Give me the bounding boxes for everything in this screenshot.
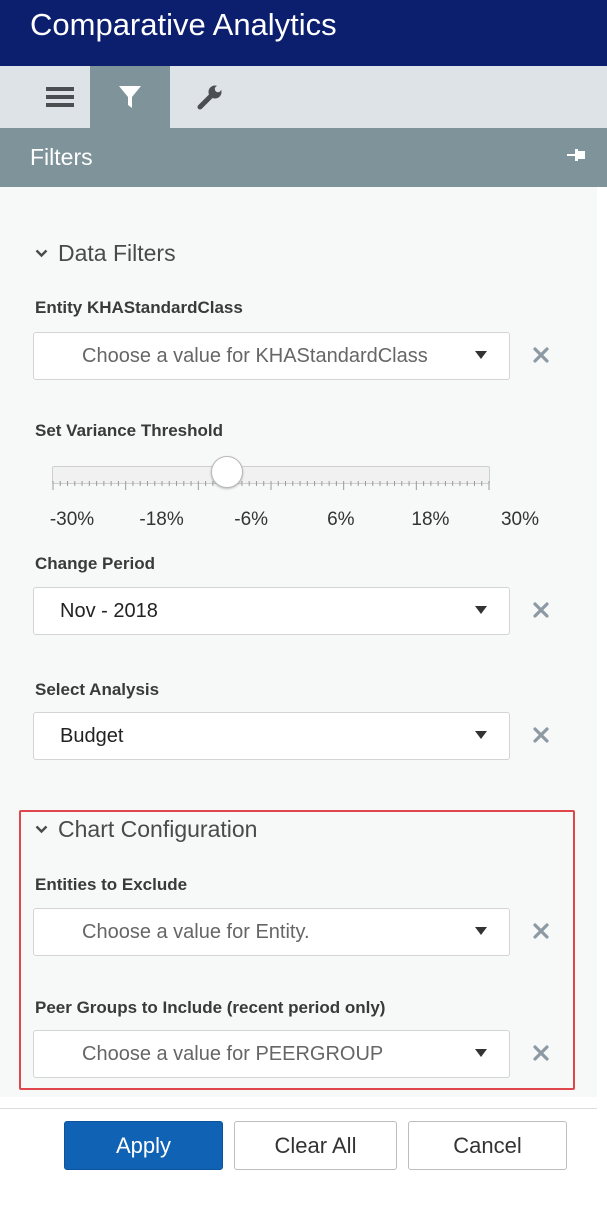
- apply-button[interactable]: Apply: [64, 1121, 223, 1170]
- data-filters-section-toggle[interactable]: Data Filters: [35, 240, 176, 267]
- slider-handle[interactable]: [211, 456, 244, 488]
- cancel-button[interactable]: Cancel: [408, 1121, 567, 1170]
- chevron-down-icon: [35, 825, 48, 834]
- slider-tick-label: 18%: [411, 509, 450, 530]
- variance-threshold-label: Set Variance Threshold: [35, 421, 224, 440]
- pin-icon[interactable]: [567, 148, 585, 162]
- slider-tick-label: -30%: [49, 509, 95, 530]
- funnel-icon: [119, 86, 141, 108]
- wrench-icon: [197, 85, 222, 110]
- toolbar: [0, 66, 607, 128]
- select-analysis-label: Select Analysis: [35, 680, 160, 699]
- entities-exclude-placeholder: Choose a value for Entity.: [82, 921, 310, 943]
- select-analysis-select[interactable]: Budget: [33, 712, 510, 760]
- filter-tab-button[interactable]: [90, 66, 170, 128]
- variance-threshold-slider[interactable]: [52, 456, 492, 496]
- app-title: Comparative Analytics: [0, 0, 607, 66]
- chart-configuration-title: Chart Configuration: [58, 816, 258, 842]
- menu-button[interactable]: [30, 66, 90, 128]
- slider-tick-scale: [52, 481, 490, 490]
- footer-divider: [0, 1108, 597, 1109]
- entity-class-placeholder: Choose a value for KHAStandardClass: [82, 345, 428, 367]
- filters-title: Filters: [30, 144, 93, 170]
- entities-exclude-label: Entities to Exclude: [35, 875, 188, 894]
- caret-down-icon: [475, 351, 487, 359]
- close-icon: [533, 347, 549, 363]
- close-icon: [533, 1045, 549, 1061]
- slider-tick-label: -18%: [139, 509, 184, 530]
- filters-header: Filters: [0, 128, 607, 187]
- caret-down-icon: [475, 731, 487, 739]
- close-icon: [533, 923, 549, 939]
- peer-groups-select[interactable]: Choose a value for PEERGROUP: [33, 1030, 510, 1078]
- data-filters-title: Data Filters: [58, 240, 176, 266]
- change-period-clear-button[interactable]: [530, 599, 552, 621]
- slider-tick-label: -6%: [234, 509, 269, 530]
- change-period-value: Nov - 2018: [60, 600, 158, 622]
- slider-tick-label: 6%: [327, 509, 355, 530]
- comparative-analytics-window: Comparative Analytics Filters Data Filte…: [0, 0, 607, 1211]
- chart-configuration-section-toggle[interactable]: Chart Configuration: [35, 816, 257, 843]
- entities-exclude-select[interactable]: Choose a value for Entity.: [33, 908, 510, 956]
- hamburger-icon: [46, 87, 74, 107]
- caret-down-icon: [475, 1049, 487, 1057]
- entity-class-select[interactable]: Choose a value for KHAStandardClass: [33, 332, 510, 380]
- peer-groups-placeholder: Choose a value for PEERGROUP: [82, 1043, 384, 1065]
- slider-tick-label: 30%: [500, 509, 540, 530]
- close-icon: [533, 602, 549, 618]
- close-icon: [533, 727, 549, 743]
- select-analysis-value: Budget: [60, 725, 124, 747]
- chevron-down-icon: [35, 249, 48, 258]
- caret-down-icon: [475, 606, 487, 614]
- peer-groups-label: Peer Groups to Include (recent period on…: [35, 998, 386, 1017]
- clear-all-button[interactable]: Clear All: [234, 1121, 397, 1170]
- caret-down-icon: [475, 927, 487, 935]
- change-period-label: Change Period: [35, 554, 155, 573]
- entities-exclude-clear-button[interactable]: [530, 920, 552, 942]
- change-period-select[interactable]: Nov - 2018: [33, 587, 510, 635]
- entity-class-label: Entity KHAStandardClass: [35, 298, 243, 317]
- peer-groups-clear-button[interactable]: [530, 1042, 552, 1064]
- entity-class-clear-button[interactable]: [530, 344, 552, 366]
- settings-tab-button[interactable]: [170, 66, 250, 128]
- select-analysis-clear-button[interactable]: [530, 724, 552, 746]
